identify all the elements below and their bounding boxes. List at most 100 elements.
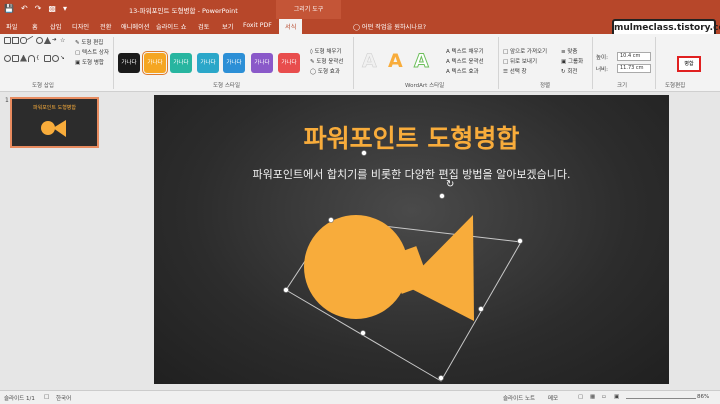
- spellcheck-icon[interactable]: □: [44, 394, 49, 400]
- notes-button[interactable]: 슬라이드 노트: [503, 394, 535, 402]
- reading-view-icon[interactable]: ▫: [602, 394, 606, 400]
- search-hint-text: 어떤 작업을 원하시나요?: [361, 24, 427, 31]
- triangle-shape-icon[interactable]: [20, 54, 27, 62]
- slide[interactable]: 파워포인트 도형병합 파워포인트에서 합치기를 비롯한 다양한 편집 방법을 알…: [154, 95, 669, 384]
- shape-outline-button[interactable]: ✎ 도형 윤곽선: [310, 57, 343, 65]
- text-fill-button[interactable]: A 텍스트 채우기: [446, 47, 484, 55]
- group-label-size: 크기: [617, 83, 628, 89]
- text-box-icon: ▢: [75, 50, 81, 56]
- rotate-handle-icon[interactable]: ↻: [446, 179, 454, 190]
- quick-access-toolbar: 💾 ↶ ↷ ▩ ▾: [4, 3, 67, 15]
- slide-thumbnail[interactable]: 파워포인트 도형병합: [10, 97, 99, 148]
- rectangle-shape-icon[interactable]: [4, 37, 11, 44]
- arrow-shape-icon[interactable]: ↘: [60, 55, 67, 62]
- merge-shapes-label: 도형 병합: [81, 60, 104, 66]
- normal-view-icon[interactable]: ▢: [578, 394, 583, 400]
- height-label: 높이:: [596, 55, 608, 61]
- shape-gallery[interactable]: ➔ ☆ { ↘: [4, 35, 72, 71]
- tab-foxit-pdf[interactable]: Foxit PDF: [243, 22, 272, 29]
- align-button[interactable]: ≡ 맞춤: [561, 47, 577, 55]
- zoom-level[interactable]: 86%: [697, 394, 709, 400]
- group-separator: [592, 37, 593, 89]
- text-effects-icon: A: [446, 69, 450, 75]
- thumbnail-shape: [41, 120, 66, 137]
- bring-forward-button[interactable]: □ 앞으로 가져오기: [503, 47, 547, 55]
- group-separator: [113, 37, 114, 89]
- tab-animations[interactable]: 애니메이션: [121, 22, 149, 31]
- group-label: 그룹화: [567, 59, 584, 65]
- redo-icon[interactable]: ↷: [35, 3, 42, 15]
- zoom-slider[interactable]: [626, 398, 696, 399]
- edit-shape-label: 도형 편집: [81, 40, 104, 46]
- shape-style-swatch[interactable]: 가나다: [223, 53, 245, 73]
- send-backward-button[interactable]: □ 뒤로 보내기: [503, 57, 537, 65]
- group-icon: ▣: [561, 59, 567, 65]
- pen-icon: ✎: [310, 59, 315, 65]
- title-bar: 💾 ↶ ↷ ▩ ▾ 13-파워포인트 도형병합 - PowerPoint 그리기…: [0, 0, 720, 19]
- tab-slideshow[interactable]: 슬라이드 쇼: [156, 22, 186, 31]
- group-separator: [498, 37, 499, 89]
- arrow-shape-icon[interactable]: ➔: [52, 37, 59, 44]
- oval-shape-icon[interactable]: [4, 54, 11, 62]
- bring-forward-label: 앞으로 가져오기: [509, 49, 548, 55]
- text-box-button[interactable]: ▢ 텍스트 상자: [75, 48, 109, 56]
- tab-home[interactable]: 홈: [32, 22, 38, 31]
- tab-review[interactable]: 검토: [198, 22, 209, 31]
- paint-bucket-icon: ◊: [310, 49, 313, 55]
- merge-shapes-button[interactable]: ▣ 도형 병합: [75, 58, 104, 66]
- lightbulb-icon: ◯: [353, 24, 360, 31]
- tell-me-search[interactable]: ◯ 어떤 작업을 원하시나요?: [353, 22, 426, 31]
- width-input[interactable]: 11.73 cm: [617, 64, 651, 73]
- rectangle-shape-icon[interactable]: [12, 54, 19, 62]
- tab-format[interactable]: 서식: [279, 19, 303, 34]
- rotate-button[interactable]: ↻ 회전: [561, 67, 577, 75]
- shape-style-swatch[interactable]: 가나다: [251, 53, 273, 73]
- merge-button[interactable]: 병합: [677, 56, 701, 72]
- slideshow-view-icon[interactable]: ▣: [614, 394, 619, 400]
- tab-file[interactable]: 파일: [6, 22, 17, 31]
- tab-transitions[interactable]: 전환: [100, 22, 111, 31]
- oval-shape-icon[interactable]: [52, 54, 59, 62]
- group-button[interactable]: ▣ 그룹화: [561, 57, 583, 65]
- wordart-style-green-outline[interactable]: A: [414, 50, 430, 73]
- line-shape-icon[interactable]: [26, 35, 37, 46]
- tab-design[interactable]: 디자인: [72, 22, 89, 31]
- height-input[interactable]: 10.4 cm: [617, 52, 651, 61]
- status-bar: 슬라이드 1/1 □ 한국어 슬라이드 노트 메모 ▢ ▦ ▫ ▣ 86%: [0, 390, 720, 404]
- comments-button[interactable]: 메모: [548, 394, 558, 402]
- curve-shape-icon[interactable]: [28, 54, 35, 62]
- effects-icon: ◯: [310, 69, 317, 75]
- text-outline-button[interactable]: A 텍스트 윤곽선: [446, 57, 484, 65]
- group-separator: [353, 37, 354, 89]
- tab-view[interactable]: 보기: [222, 22, 233, 31]
- save-icon[interactable]: 💾: [4, 3, 14, 15]
- oval-shape-icon[interactable]: [36, 37, 43, 44]
- undo-icon[interactable]: ↶: [21, 3, 28, 15]
- shape-style-swatch[interactable]: 가나다: [278, 53, 300, 73]
- slide-sorter-icon[interactable]: ▦: [590, 394, 595, 400]
- group-label-arrange: 정렬: [540, 83, 551, 89]
- customize-qat-icon[interactable]: ▾: [63, 3, 67, 15]
- selection-pane-button[interactable]: ☰ 선택 창: [503, 67, 527, 75]
- shape-style-swatch[interactable]: 가나다: [142, 51, 168, 75]
- tab-insert[interactable]: 삽입: [50, 22, 61, 31]
- brace-shape-icon[interactable]: {: [36, 55, 43, 62]
- wordart-style-plain[interactable]: A: [362, 50, 377, 73]
- shape-style-swatch[interactable]: 가나다: [118, 53, 140, 73]
- edit-shape-button[interactable]: ✎ 도형 편집: [75, 38, 103, 46]
- contextual-tab-label: 그리기 도구: [276, 0, 341, 19]
- language-indicator[interactable]: 한국어: [56, 394, 71, 402]
- rectangle-shape-icon[interactable]: [12, 37, 19, 44]
- shape-style-swatch[interactable]: 가나다: [170, 53, 192, 73]
- wordart-style-orange[interactable]: A: [388, 50, 403, 72]
- star-shape-icon[interactable]: ☆: [60, 37, 67, 44]
- start-slideshow-icon[interactable]: ▩: [48, 3, 56, 15]
- shape-effects-button[interactable]: ◯ 도형 효과: [310, 67, 340, 75]
- rounded-rectangle-shape-icon[interactable]: [20, 37, 27, 44]
- shape-fill-button[interactable]: ◊ 도형 채우기: [310, 47, 342, 55]
- triangle-shape-icon[interactable]: [44, 37, 51, 44]
- rectangle-shape-icon[interactable]: [44, 54, 51, 62]
- shape-style-swatch[interactable]: 가나다: [197, 53, 219, 73]
- group-separator: [655, 37, 656, 89]
- text-effects-button[interactable]: A 텍스트 효과: [446, 67, 479, 75]
